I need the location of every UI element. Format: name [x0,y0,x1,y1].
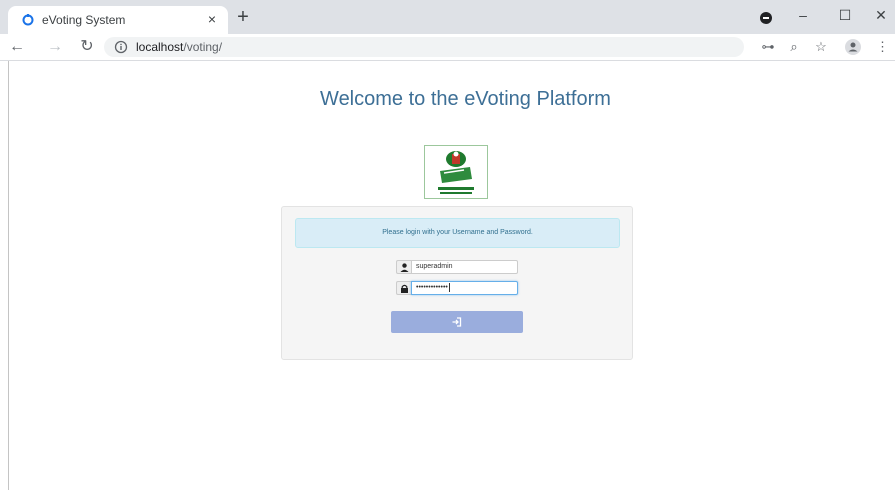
key-icon[interactable]: ⊶ [760,39,776,55]
close-window-button[interactable]: ✕ [870,6,892,24]
inec-logo [424,145,488,199]
username-field: superadmin [396,260,518,274]
lock-icon [396,281,411,295]
browser-toolbar: ← → ↻ localhost/voting/ ⊶ ⌕ ☆ ⋮ [0,34,895,61]
username-input[interactable]: superadmin [411,260,518,274]
password-input[interactable]: ••••••••••••• [411,281,518,295]
tab-title: eVoting System [42,13,126,27]
star-icon[interactable]: ☆ [813,39,829,55]
new-tab-button[interactable]: + [234,7,252,27]
url-host: localhost [136,40,184,54]
url-path: /voting/ [183,40,223,54]
text-caret [448,282,450,292]
tab-strip: eVoting System × + – ☐ ✕ [0,0,895,34]
info-icon[interactable] [114,40,128,54]
profile-indicator-icon[interactable] [760,12,772,24]
back-icon[interactable]: ← [8,38,26,56]
forward-icon[interactable]: → [46,38,64,56]
address-bar[interactable]: localhost/voting/ [104,37,744,57]
menu-icon[interactable]: ⋮ [876,39,889,55]
sign-in-icon [452,317,462,327]
minimize-button[interactable]: – [792,6,814,24]
login-button[interactable] [391,311,523,333]
maximize-button[interactable]: ☐ [834,6,856,24]
reload-icon[interactable]: ↻ [78,38,96,56]
page-title: Welcome to the eVoting Platform [320,88,611,110]
browser-tab[interactable]: eVoting System × [8,6,228,34]
page-content: Welcome to the eVoting Platform Please l… [8,61,895,490]
login-panel: Please login with your Username and Pass… [281,206,633,360]
password-value: ••••••••••••• [416,284,448,291]
zoom-icon[interactable]: ⌕ [786,39,802,55]
favicon-icon [22,14,34,26]
url-text: localhost/voting/ [136,40,222,54]
password-field: ••••••••••••• [396,281,518,295]
tab-close-icon[interactable]: × [205,12,219,26]
user-icon [396,260,411,274]
account-icon[interactable] [845,39,861,55]
login-message: Please login with your Username and Pass… [295,218,620,248]
